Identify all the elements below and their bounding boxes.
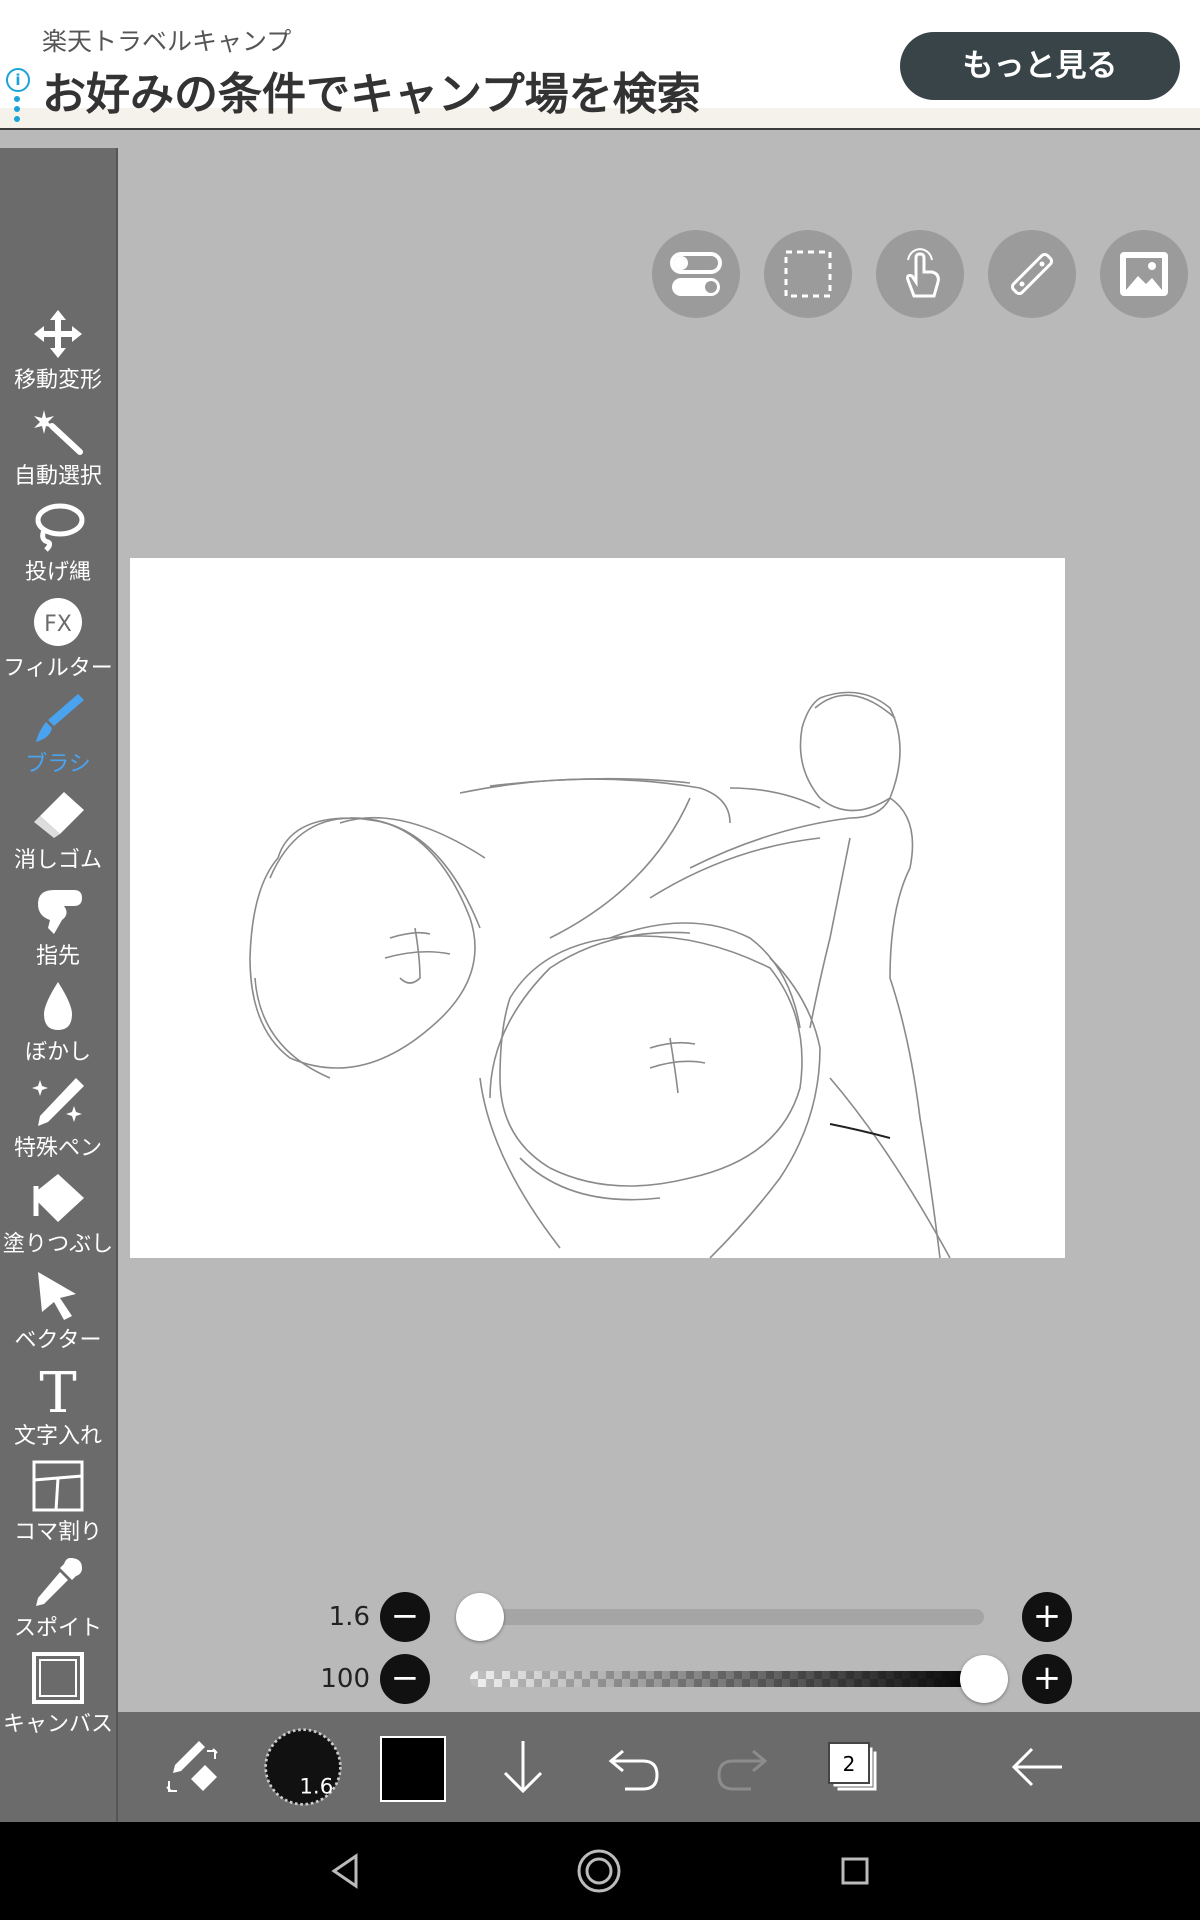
tool-label: フィルター bbox=[3, 656, 113, 681]
opacity-plus-button[interactable]: + bbox=[1022, 1654, 1072, 1704]
svg-text:2: 2 bbox=[843, 1752, 856, 1776]
tool-label: 移動変形 bbox=[13, 368, 102, 393]
tool-text[interactable]: T 文字入れ bbox=[0, 1360, 116, 1456]
pen-eraser-swap-icon bbox=[166, 1741, 218, 1792]
move-icon bbox=[34, 310, 82, 358]
gesture-icon bbox=[906, 248, 940, 298]
redo-icon bbox=[717, 1749, 768, 1791]
tool-label: 塗りつぶし bbox=[2, 1232, 114, 1257]
panel-icon bbox=[32, 1460, 84, 1512]
tool-brush[interactable]: ブラシ bbox=[0, 688, 116, 784]
tool-label: 文字入れ bbox=[13, 1424, 102, 1449]
bottom-toolbar: 1.6 2 bbox=[118, 1712, 1200, 1822]
tool-label: 特殊ペン bbox=[13, 1136, 102, 1161]
tool-special-pen[interactable]: 特殊ペン bbox=[0, 1072, 116, 1168]
undo-icon bbox=[608, 1749, 659, 1791]
toggle-icon bbox=[670, 252, 722, 296]
eyedropper-icon bbox=[36, 1558, 82, 1606]
size-slider-thumb[interactable] bbox=[456, 1593, 505, 1641]
undo-button[interactable] bbox=[578, 1712, 688, 1822]
brush-size-value: 1.6 bbox=[328, 1602, 370, 1632]
nav-recents-icon[interactable] bbox=[830, 1846, 880, 1896]
swap-pen-eraser-button[interactable] bbox=[138, 1712, 248, 1822]
ad-banner[interactable]: i 楽天トラベルキャンプ お好みの条件でキャンプ場を検索 もっと見る bbox=[0, 0, 1200, 130]
cursor-icon bbox=[38, 1272, 76, 1320]
tool-label: 自動選択 bbox=[13, 464, 102, 489]
eraser-icon bbox=[34, 792, 84, 838]
tool-auto-select[interactable]: 自動選択 bbox=[0, 400, 116, 496]
tool-eraser[interactable]: 消しゴム bbox=[0, 784, 116, 880]
text-icon: T bbox=[39, 1364, 76, 1416]
svg-text:FX: FX bbox=[44, 612, 72, 637]
size-slider-track[interactable] bbox=[470, 1609, 984, 1625]
arrow-left-icon bbox=[1011, 1747, 1062, 1787]
tool-vector[interactable]: ベクター bbox=[0, 1264, 116, 1360]
tool-finger[interactable]: 指先 bbox=[0, 880, 116, 976]
ad-title: お好みの条件でキャンプ場を検索 bbox=[42, 69, 701, 120]
tool-label: 投げ縄 bbox=[24, 560, 91, 585]
drawing-canvas[interactable] bbox=[130, 558, 1065, 1258]
tool-label: 指先 bbox=[35, 944, 80, 969]
sketch-drawing bbox=[249, 691, 951, 1258]
image-button[interactable] bbox=[1100, 230, 1188, 318]
layers-button[interactable]: 2 bbox=[798, 1712, 908, 1822]
download-button[interactable] bbox=[468, 1712, 578, 1822]
nav-home-icon[interactable] bbox=[574, 1846, 624, 1896]
tool-canvas[interactable]: キャンバス bbox=[0, 1648, 116, 1744]
image-icon bbox=[1120, 252, 1168, 296]
tool-label: ぼかし bbox=[24, 1040, 91, 1065]
ad-menu-icon[interactable] bbox=[14, 96, 20, 126]
tool-label: ブラシ bbox=[25, 752, 91, 777]
opacity-slider-thumb[interactable] bbox=[960, 1655, 1008, 1703]
back-button[interactable] bbox=[908, 1712, 1108, 1822]
fill-icon bbox=[33, 1174, 84, 1222]
lasso-icon bbox=[35, 503, 85, 552]
color-button[interactable] bbox=[358, 1712, 468, 1822]
tool-label: ベクター bbox=[14, 1328, 102, 1353]
tool-label: コマ割り bbox=[13, 1520, 102, 1545]
opacity-value: 100 bbox=[320, 1664, 370, 1694]
brush-icon bbox=[36, 694, 84, 742]
toggle-button[interactable] bbox=[652, 230, 740, 318]
nav-back-icon[interactable] bbox=[320, 1846, 370, 1896]
ad-subtitle: 楽天トラベルキャンプ bbox=[42, 27, 292, 56]
system-nav-bar bbox=[0, 1822, 1200, 1920]
tool-fill[interactable]: 塗りつぶし bbox=[0, 1168, 116, 1264]
color-swatch bbox=[380, 1736, 446, 1802]
fx-icon: FX bbox=[34, 598, 82, 646]
size-minus-button[interactable]: − bbox=[380, 1592, 430, 1642]
canvas-icon bbox=[32, 1652, 84, 1704]
selection-button[interactable] bbox=[764, 230, 852, 318]
opacity-slider-track[interactable] bbox=[470, 1671, 984, 1687]
tool-eyedropper[interactable]: スポイト bbox=[0, 1552, 116, 1648]
tool-lasso[interactable]: 投げ縄 bbox=[0, 496, 116, 592]
finger-icon bbox=[38, 890, 82, 934]
magic-wand-icon bbox=[34, 410, 83, 455]
layers-icon: 2 bbox=[828, 1742, 878, 1792]
brush-size-button[interactable]: 1.6 bbox=[248, 1712, 358, 1822]
ad-info-icon[interactable]: i bbox=[6, 68, 30, 92]
tool-label: キャンバス bbox=[2, 1712, 113, 1737]
brush-size-icon: 1.6 bbox=[264, 1728, 342, 1806]
tool-filter[interactable]: FX フィルター bbox=[0, 592, 116, 688]
tool-panel[interactable]: コマ割り bbox=[0, 1456, 116, 1552]
ruler-button[interactable] bbox=[988, 230, 1076, 318]
svg-text:1.6: 1.6 bbox=[299, 1775, 333, 1800]
ruler-icon bbox=[1010, 252, 1054, 296]
arrow-down-icon bbox=[503, 1741, 543, 1794]
opacity-minus-button[interactable]: − bbox=[380, 1654, 430, 1704]
tool-move[interactable]: 移動変形 bbox=[0, 304, 116, 400]
selection-icon bbox=[784, 250, 832, 298]
tool-sidebar: 移動変形 自動選択 投げ縄 FX フィルター ブラシ 消しゴム 指先 ぼかし 特… bbox=[0, 148, 118, 1822]
drop-icon bbox=[44, 982, 72, 1030]
tool-label: 消しゴム bbox=[13, 848, 102, 873]
gesture-button[interactable] bbox=[876, 230, 964, 318]
sparkle-pen-icon bbox=[32, 1078, 84, 1126]
tool-blur[interactable]: ぼかし bbox=[0, 976, 116, 1072]
tool-label: スポイト bbox=[13, 1616, 102, 1641]
size-plus-button[interactable]: + bbox=[1022, 1592, 1072, 1642]
ad-more-button[interactable]: もっと見る bbox=[900, 32, 1180, 100]
svg-text:T: T bbox=[39, 1364, 76, 1416]
redo-button[interactable] bbox=[688, 1712, 798, 1822]
